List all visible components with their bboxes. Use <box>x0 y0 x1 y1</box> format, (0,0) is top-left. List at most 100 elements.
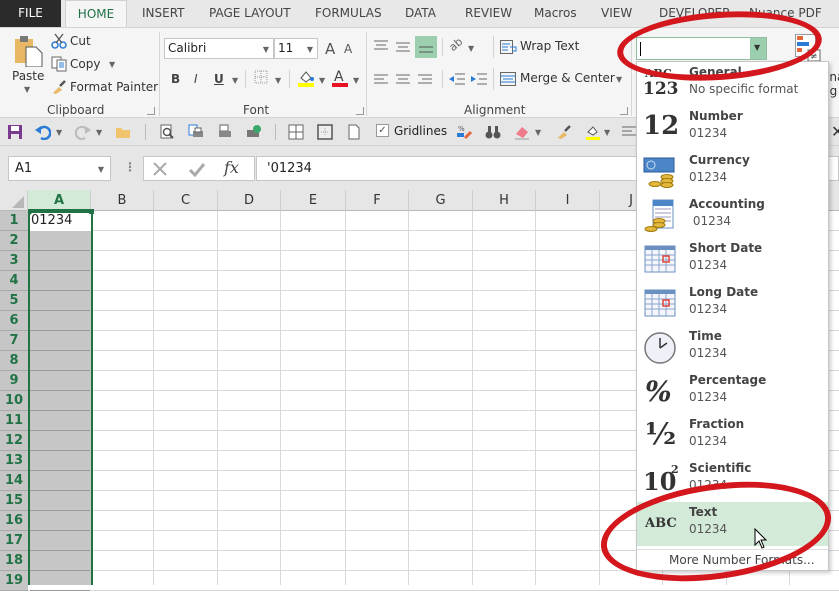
print-preview-icon[interactable] <box>159 124 175 140</box>
align-left-icon[interactable] <box>374 74 388 84</box>
menu-item-short-date[interactable]: Short Date 01234 <box>637 238 828 282</box>
redo-icon[interactable] <box>75 124 91 140</box>
tab-home[interactable]: HOME <box>65 0 127 28</box>
fill-color-dropdown-icon[interactable]: ▼ <box>319 76 325 85</box>
row-header-19[interactable]: 19 <box>0 571 28 591</box>
menu-item-accounting[interactable]: Accounting 01234 <box>637 194 828 238</box>
cut-button[interactable]: Cut <box>51 33 111 51</box>
align-right-icon[interactable] <box>418 74 432 84</box>
row-header-7[interactable]: 7 <box>0 331 28 351</box>
select-all-button[interactable] <box>0 190 28 211</box>
row-header-16[interactable]: 16 <box>0 511 28 531</box>
row-header-2[interactable]: 2 <box>0 231 28 251</box>
menu-item-number[interactable]: 12 Number 01234 <box>637 106 828 150</box>
row-header-9[interactable]: 9 <box>0 371 28 391</box>
clear-dropdown-icon[interactable]: ▼ <box>535 128 541 137</box>
font-color-icon[interactable]: A <box>331 68 349 88</box>
menu-item-fraction[interactable]: ½ Fraction 01234 <box>637 414 828 458</box>
print-settings-icon[interactable] <box>246 124 262 140</box>
cancel-icon[interactable] <box>152 161 168 177</box>
open-folder-icon[interactable] <box>115 124 131 140</box>
tab-formulas[interactable]: FORMULAS <box>315 0 382 27</box>
column-header-c[interactable]: C <box>154 190 218 211</box>
tab-page-layout[interactable]: PAGE LAYOUT <box>209 0 291 27</box>
fill-color-icon[interactable] <box>297 69 315 87</box>
borders-dropdown-icon[interactable]: ▼ <box>275 76 281 85</box>
row-header-15[interactable]: 15 <box>0 491 28 511</box>
row-header-1[interactable]: 1 <box>0 211 28 231</box>
merge-center-button[interactable]: Merge & Center ▼ <box>500 71 625 89</box>
orientation-icon[interactable]: ab <box>446 35 465 54</box>
underline-button[interactable]: U <box>214 72 224 86</box>
menu-item-percentage[interactable]: % Percentage 01234 <box>637 370 828 414</box>
menu-item-long-date[interactable]: Long Date 01234 <box>637 282 828 326</box>
column-header-f[interactable]: F <box>346 190 409 211</box>
all-borders-icon[interactable] <box>288 124 304 140</box>
copy-button[interactable]: Copy ▼ <box>51 56 121 74</box>
enter-check-icon[interactable] <box>188 161 206 177</box>
find-binoculars-icon[interactable] <box>485 124 501 140</box>
shrink-font-button[interactable]: A <box>344 42 352 56</box>
font-dialog-launcher[interactable] <box>356 107 364 115</box>
row-header-6[interactable]: 6 <box>0 311 28 331</box>
paste-dropdown-icon[interactable]: ▼ <box>24 85 30 94</box>
decrease-indent-icon[interactable] <box>449 73 465 85</box>
tab-macros[interactable]: Macros <box>534 0 577 27</box>
column-header-h[interactable]: H <box>473 190 536 211</box>
percent-style-icon[interactable]: % <box>456 124 472 140</box>
gridlines-checkbox[interactable]: ✓ <box>376 124 389 137</box>
column-header-g[interactable]: G <box>409 190 473 211</box>
borders-icon[interactable] <box>254 70 268 84</box>
new-page-icon[interactable] <box>346 124 362 140</box>
redo-dropdown-icon[interactable]: ▼ <box>96 128 102 137</box>
fill-dropdown-icon[interactable]: ▼ <box>604 128 610 137</box>
outside-borders-icon[interactable] <box>317 124 333 140</box>
italic-button[interactable]: I <box>194 72 198 86</box>
orientation-dropdown-icon[interactable]: ▼ <box>468 44 474 53</box>
bold-button[interactable]: B <box>171 72 180 86</box>
format-painter-icon[interactable] <box>556 124 572 140</box>
row-header-10[interactable]: 10 <box>0 391 28 411</box>
quick-print-icon[interactable] <box>217 124 233 140</box>
align-bottom-button[interactable] <box>415 36 437 58</box>
column-header-a[interactable]: A <box>28 190 91 211</box>
tab-view[interactable]: VIEW <box>601 0 632 27</box>
insert-function-button[interactable]: fx <box>224 158 239 177</box>
copy-dropdown-icon[interactable]: ▼ <box>109 60 115 69</box>
tab-file[interactable]: FILE <box>0 0 61 27</box>
alignment-dialog-launcher[interactable] <box>620 107 628 115</box>
font-size-combo[interactable]: 11 ▼ <box>274 38 318 59</box>
row-header-18[interactable]: 18 <box>0 551 28 571</box>
tab-data[interactable]: DATA <box>405 0 436 27</box>
menu-item-currency[interactable]: Currency 01234 <box>637 150 828 194</box>
column-header-d[interactable]: D <box>218 190 281 211</box>
menu-item-time[interactable]: Time 01234 <box>637 326 828 370</box>
name-box[interactable]: A1 ▼ <box>8 156 111 181</box>
print-icon[interactable] <box>188 124 204 140</box>
resize-handle[interactable]: ⋮ <box>124 160 136 174</box>
row-header-3[interactable]: 3 <box>0 251 28 271</box>
undo-dropdown-icon[interactable]: ▼ <box>56 128 62 137</box>
close-icon[interactable]: ✕ <box>831 122 839 141</box>
column-header-i[interactable]: I <box>536 190 600 211</box>
increase-indent-icon[interactable] <box>471 73 487 85</box>
save-icon[interactable] <box>7 124 23 140</box>
row-header-12[interactable]: 12 <box>0 431 28 451</box>
tab-review[interactable]: REVIEW <box>465 0 512 27</box>
font-color-dropdown-icon[interactable]: ▼ <box>353 76 359 85</box>
format-painter-button[interactable]: Format Painter <box>51 79 158 97</box>
tab-insert[interactable]: INSERT <box>142 0 185 27</box>
paste-button[interactable]: Paste ▼ <box>10 33 44 95</box>
column-header-e[interactable]: E <box>281 190 346 211</box>
row-header-17[interactable]: 17 <box>0 531 28 551</box>
column-header-b[interactable]: B <box>91 190 154 211</box>
align-center-icon[interactable] <box>396 74 410 84</box>
clear-eraser-icon[interactable] <box>514 124 530 140</box>
row-header-8[interactable]: 8 <box>0 351 28 371</box>
clipboard-dialog-launcher[interactable] <box>147 107 155 115</box>
font-name-combo[interactable]: Calibri ▼ <box>164 38 274 59</box>
row-header-14[interactable]: 14 <box>0 471 28 491</box>
align-middle-icon[interactable] <box>396 42 410 52</box>
fill-handle[interactable] <box>89 209 94 214</box>
wrap-text-button[interactable]: Wrap Text <box>500 39 580 57</box>
